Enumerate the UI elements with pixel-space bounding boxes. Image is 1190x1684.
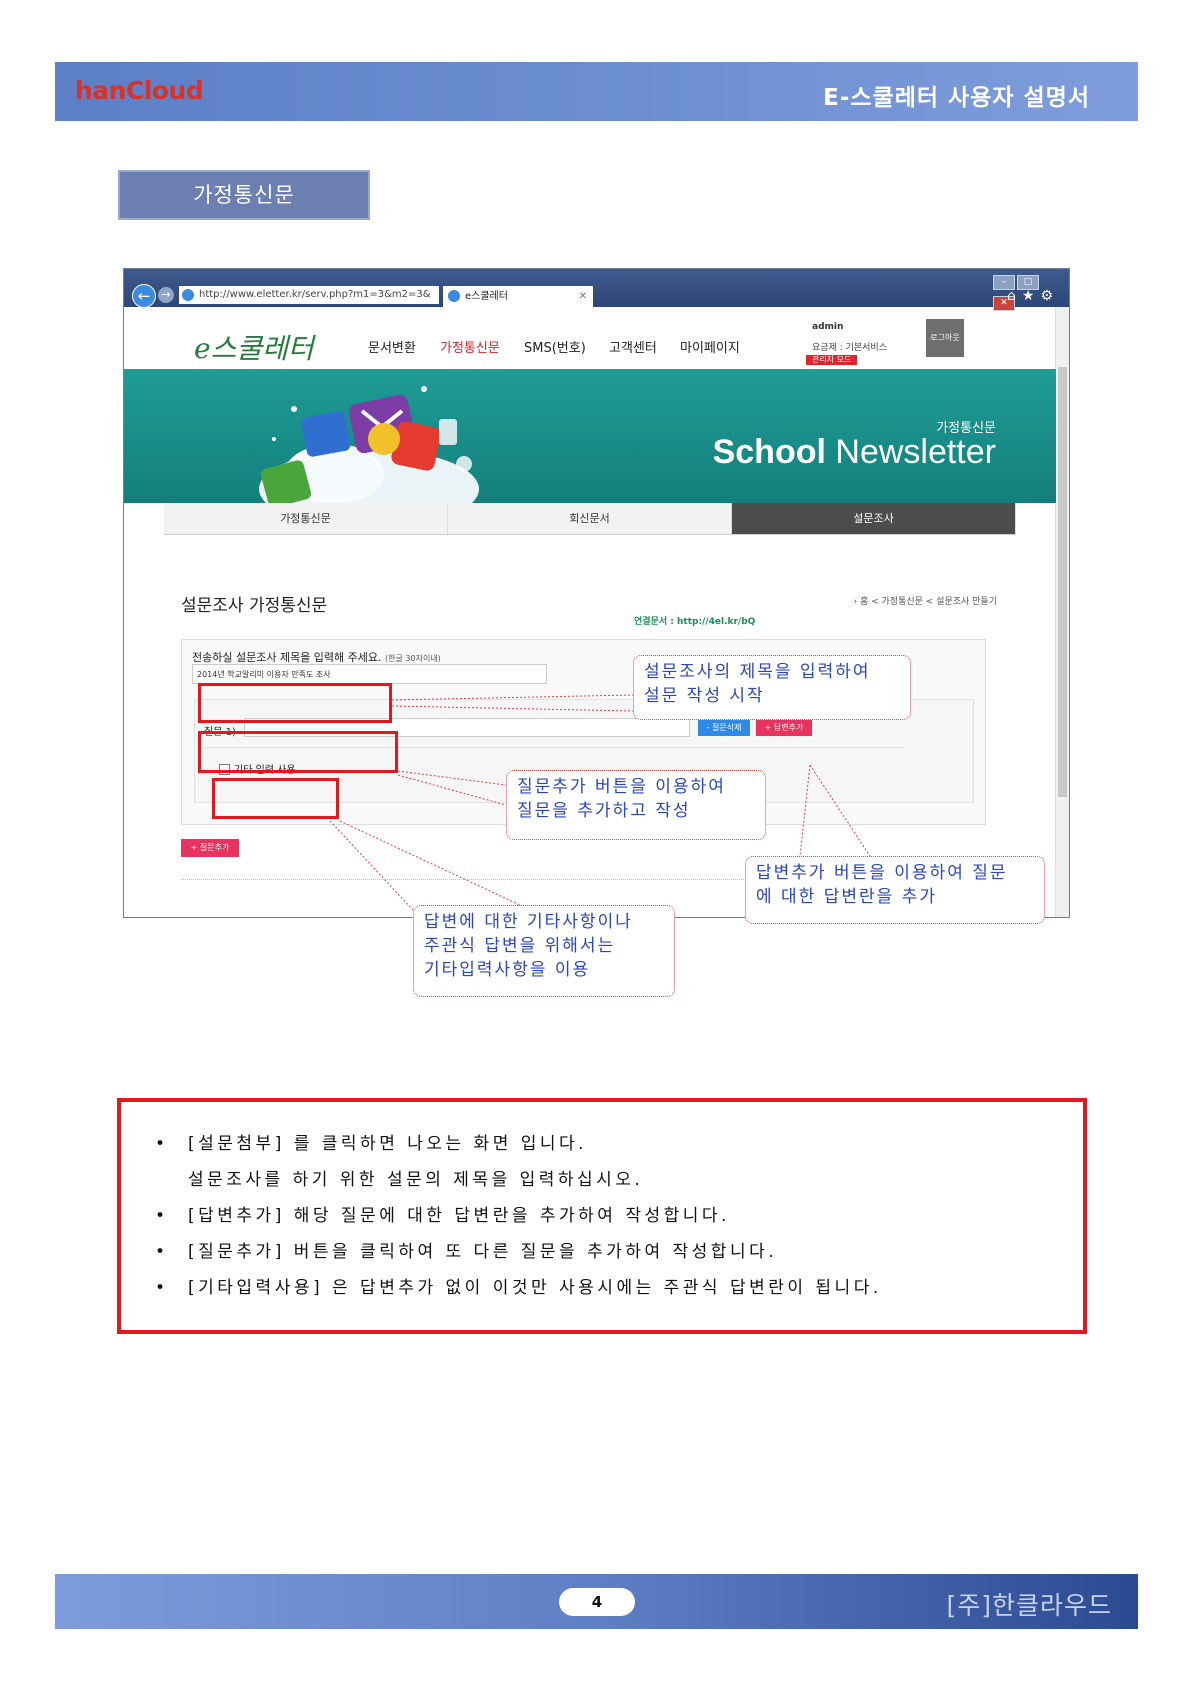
note-item: [질문추가] 버튼을 클릭하여 또 다른 질문을 추가하여 작성합니다. xyxy=(155,1234,1083,1270)
callout-line: 답변에 대한 기타사항이나 xyxy=(424,912,633,932)
callout-add-question: 질문추가 버튼을 이용하여 질문을 추가하고 작성 xyxy=(506,770,766,840)
note-item: [기타입력사용] 은 답변추가 없이 이것만 사용시에는 주관식 답변란이 됩니… xyxy=(155,1270,1083,1306)
callout-title-input: 설문조사의 제목을 입력하여 설문 작성 시작 xyxy=(633,655,911,720)
callout-line: 설문조사의 제목을 입력하여 xyxy=(644,662,871,682)
notes-list: [설문첨부] 를 클릭하면 나오는 화면 입니다. 설문조사를 하기 위한 설문… xyxy=(121,1102,1083,1306)
callout-line: 질문을 추가하고 작성 xyxy=(517,801,691,821)
callout-line: 에 대한 답변란을 추가 xyxy=(756,887,937,907)
callout-leader-lines xyxy=(329,694,871,911)
note-item: [설문첨부] 를 클릭하면 나오는 화면 입니다. xyxy=(155,1126,1083,1162)
page-number: 4 xyxy=(559,1588,635,1616)
note-item: 설문조사를 하기 위한 설문의 제목을 입력하십시오. xyxy=(188,1170,644,1190)
instruction-notes: [설문첨부] 를 클릭하면 나오는 화면 입니다. 설문조사를 하기 위한 설문… xyxy=(117,1098,1087,1334)
callout-add-answer: 답변추가 버튼을 이용하여 질문 에 대한 답변란을 추가 xyxy=(745,856,1045,924)
callout-line: 답변추가 버튼을 이용하여 질문 xyxy=(756,863,1008,883)
note-item: [답변추가] 해당 질문에 대한 답변란을 추가하여 작성합니다. xyxy=(155,1198,1083,1234)
company-name: [주]한클라우드 xyxy=(946,1591,1112,1620)
callout-line: 질문추가 버튼을 이용하여 xyxy=(517,777,726,797)
footer-band: 4 [주]한클라우드 xyxy=(55,1574,1138,1629)
callout-line: 설문 작성 시작 xyxy=(644,686,765,706)
callout-etc-input: 답변에 대한 기타사항이나 주관식 답변을 위해서는 기타입력사항을 이용 xyxy=(413,905,675,997)
callout-line: 주관식 답변을 위해서는 xyxy=(424,936,616,956)
callout-line: 기타입력사항을 이용 xyxy=(424,960,591,980)
